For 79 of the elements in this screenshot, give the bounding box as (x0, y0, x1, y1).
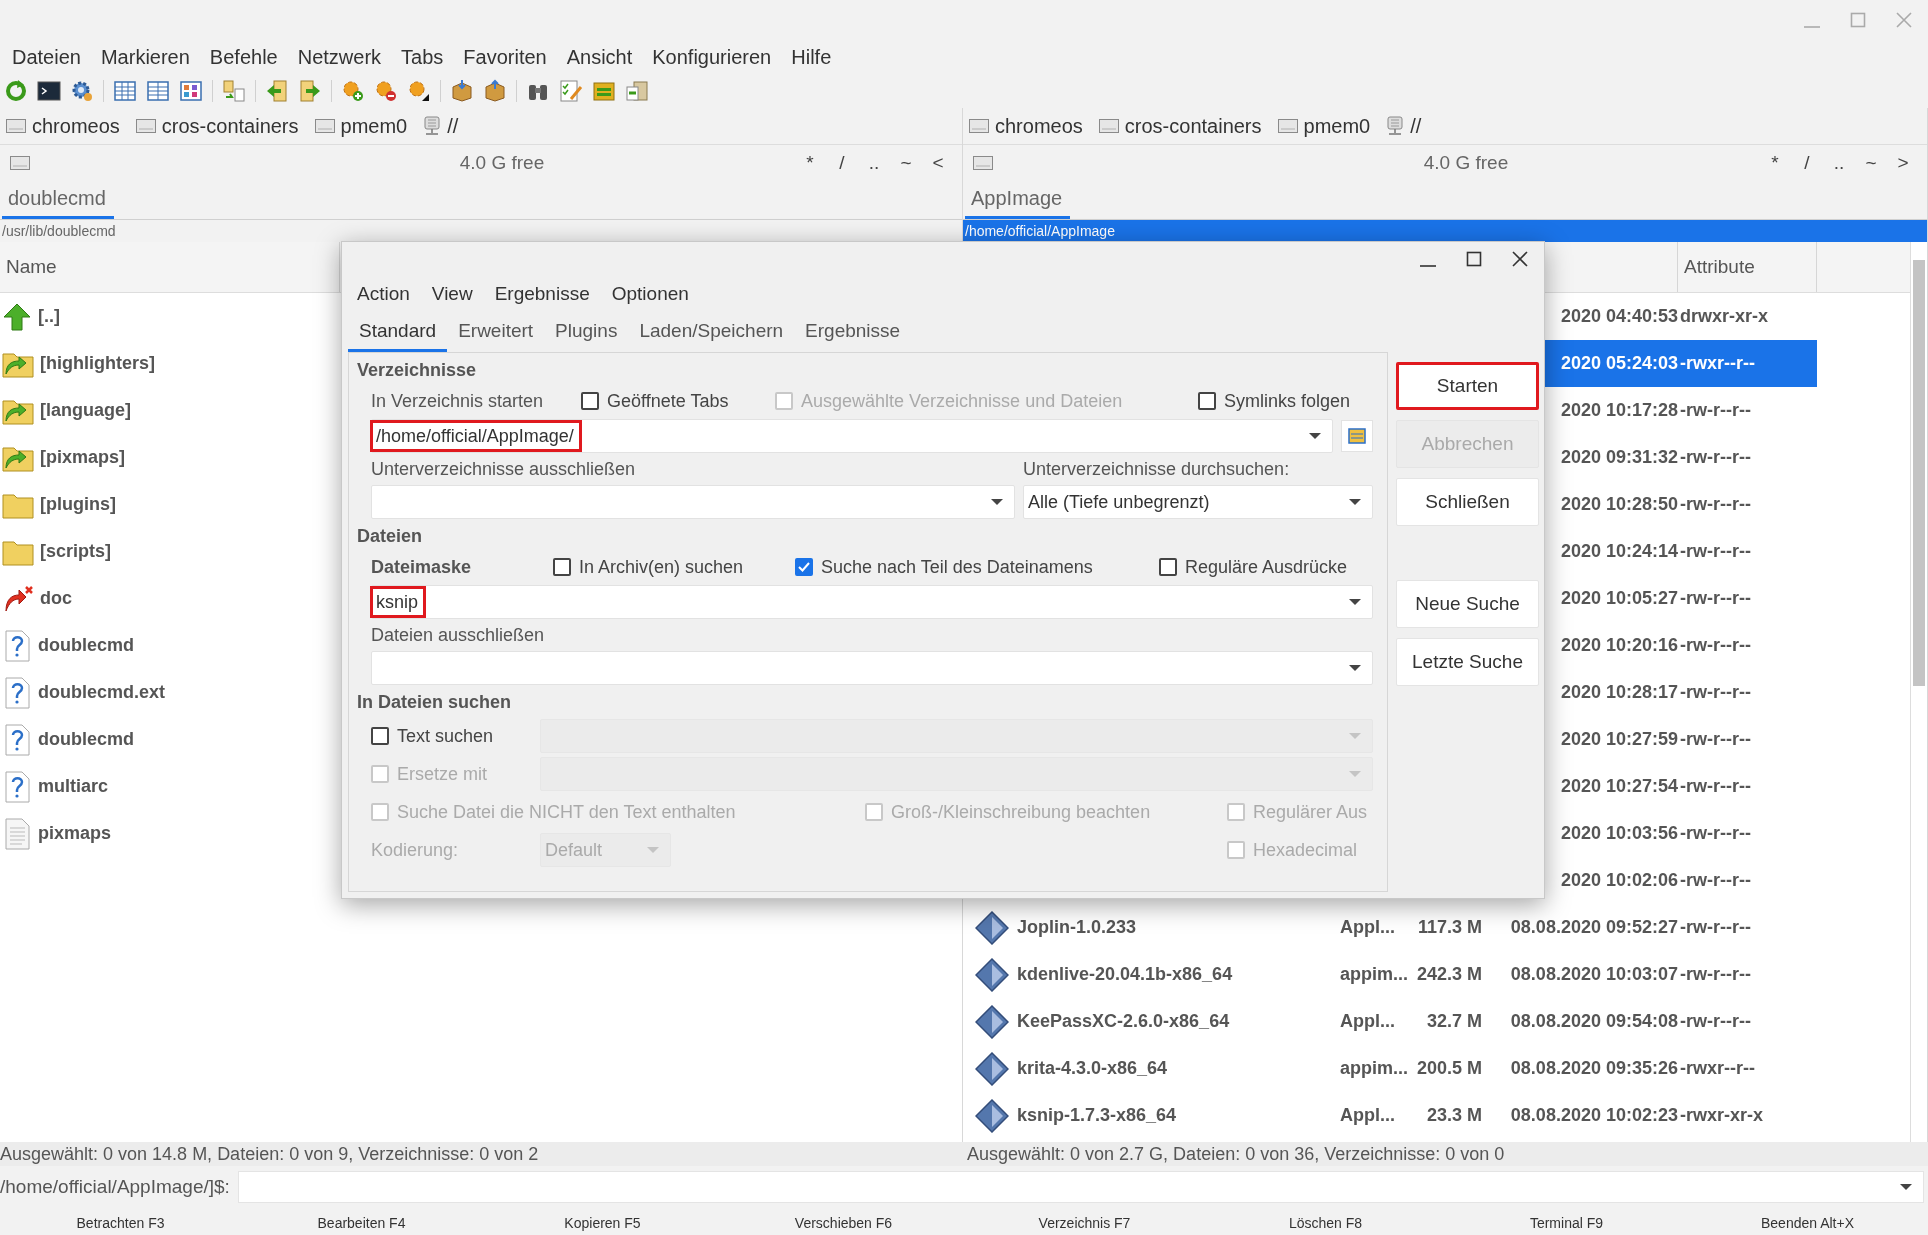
field-label: Unterverzeichnisse durchsuchen: (1023, 458, 1291, 480)
file-name: [scripts] (40, 541, 111, 562)
size-cell-text: 117.3 M (1416, 917, 1482, 938)
current-path-label: /usr/lib/doublecmd (1, 222, 117, 241)
attributes-cell-text: -rw-r--r-- (1679, 447, 1752, 468)
file-name: [highlighters] (40, 353, 155, 374)
field-label: Dateien ausschließen (371, 624, 546, 646)
field-label: In Verzeichnis starten (371, 390, 545, 412)
field-label: Dateimaske (371, 556, 473, 578)
date-cell: 2020 05:24:03 (1560, 353, 1678, 374)
date-cell: 08.08.2020 10:03:07 (1510, 964, 1678, 985)
date-cell: 2020 10:05:27 (1560, 588, 1678, 609)
attributes-cell-text: -rw-r--r-- (1679, 400, 1752, 421)
file-name: pixmaps (38, 823, 112, 844)
file-name: doublecmd.ext (38, 682, 166, 703)
attributes-cell-text: -rwxr--r-- (1679, 1058, 1756, 1079)
size-cell-text: 242.3 M (1415, 964, 1482, 985)
attributes-cell-text: -rw-r--r-- (1679, 776, 1752, 797)
free-space-label: 4.0 G free (458, 152, 546, 174)
current-path-label: /home/official/AppImage (963, 220, 1927, 242)
date-cell: 2020 10:03:56 (1560, 823, 1678, 844)
file-name: [..] (38, 306, 60, 327)
status-text: Ausgewählt: 0 von 2.7 G, Dateien: 0 von 36, Verzeichnisse: 0 von 0 (966, 1143, 1506, 1166)
free-space-label: 4.0 G free (1422, 152, 1510, 174)
date-cell: 2020 09:31:32 (1560, 447, 1678, 468)
date-cell: 2020 10:28:50 (1560, 494, 1678, 515)
type-cell-text: appim... (1340, 964, 1409, 985)
field-label: Unterverzeichnisse ausschließen (371, 458, 637, 480)
attributes-cell-text: -rw-r--r-- (1679, 635, 1752, 656)
date-cell: 08.08.2020 09:54:08 (1510, 1011, 1678, 1032)
file-name: [plugins] (40, 494, 116, 515)
section-heading: Dateien (357, 525, 423, 548)
attributes-cell-text: -rw-r--r-- (1679, 588, 1752, 609)
type-cell-text: Appl... (1340, 917, 1396, 938)
file-name: krita-4.3.0-x86_64 (1017, 1058, 1168, 1079)
attributes-cell-text: -rw-r--r-- (1679, 541, 1752, 562)
attributes-cell-text: -rw-r--r-- (1679, 682, 1752, 703)
file-name: doublecmd (38, 729, 134, 750)
type-cell-text: appim... (1340, 1058, 1409, 1079)
attributes-cell-text: -rw-r--r-- (1679, 917, 1752, 938)
date-cell: 08.08.2020 10:02:23 (1510, 1105, 1678, 1126)
section-heading: In Dateien suchen (357, 691, 512, 714)
attributes-cell-text: -rw-r--r-- (1679, 823, 1752, 844)
size-cell-text: 200.5 M (1415, 1058, 1482, 1079)
command-prompt: /home/official/AppImage/]$: (0, 1176, 230, 1198)
date-cell: 2020 10:24:14 (1560, 541, 1678, 562)
attributes-cell-text: -rwxr-xr-x (1679, 1105, 1765, 1126)
file-name: doc (40, 588, 72, 609)
file-name: ksnip-1.7.3-x86_64 (1017, 1105, 1177, 1126)
date-cell: 2020 10:02:06 (1560, 870, 1678, 891)
attributes-cell-text: -rw-r--r-- (1679, 494, 1752, 515)
date-cell: 2020 04:40:53 (1560, 306, 1678, 327)
field-label: Kodierung: (371, 839, 460, 861)
section-heading: Verzeichnisse (357, 359, 477, 382)
attributes-cell-text: drwxr-xr-x (1679, 306, 1770, 327)
type-cell-text: Appl... (1340, 1105, 1396, 1126)
attributes-cell-text: -rw-r--r-- (1679, 870, 1752, 891)
attributes-cell-text: -rw-r--r-- (1679, 729, 1752, 750)
size-cell-text: 32.7 M (1425, 1011, 1482, 1032)
date-cell: 08.08.2020 09:52:27 (1510, 917, 1678, 938)
file-name: [pixmaps] (40, 447, 126, 468)
file-name: Joplin-1.0.233 (1017, 917, 1137, 938)
file-name: doublecmd (38, 635, 134, 656)
date-cell: 2020 10:27:54 (1560, 776, 1678, 797)
file-name: KeePassXC-2.6.0-x86_64 (1017, 1011, 1230, 1032)
type-cell-text: Appl... (1340, 1011, 1396, 1032)
attributes-cell-text: -rw-r--r-- (1679, 1011, 1752, 1032)
attributes-cell-text: -rwxr--r-- (1679, 353, 1756, 374)
file-name: [language] (40, 400, 131, 421)
status-text: Ausgewählt: 0 von 14.8 M, Dateien: 0 von 9, Verzeichnisse: 0 von 2 (0, 1143, 540, 1166)
attributes-cell-text: -rw-r--r-- (1679, 964, 1752, 985)
date-cell: 2020 10:27:59 (1560, 729, 1678, 750)
file-name: kdenlive-20.04.1b-x86_64 (1017, 964, 1233, 985)
date-cell: 2020 10:20:16 (1560, 635, 1678, 656)
size-cell-text: 23.3 M (1425, 1105, 1482, 1126)
date-cell: 2020 10:17:28 (1560, 400, 1678, 421)
date-cell: 08.08.2020 09:35:26 (1510, 1058, 1678, 1079)
date-cell: 2020 10:28:17 (1560, 682, 1678, 703)
file-name: multiarc (38, 776, 109, 797)
